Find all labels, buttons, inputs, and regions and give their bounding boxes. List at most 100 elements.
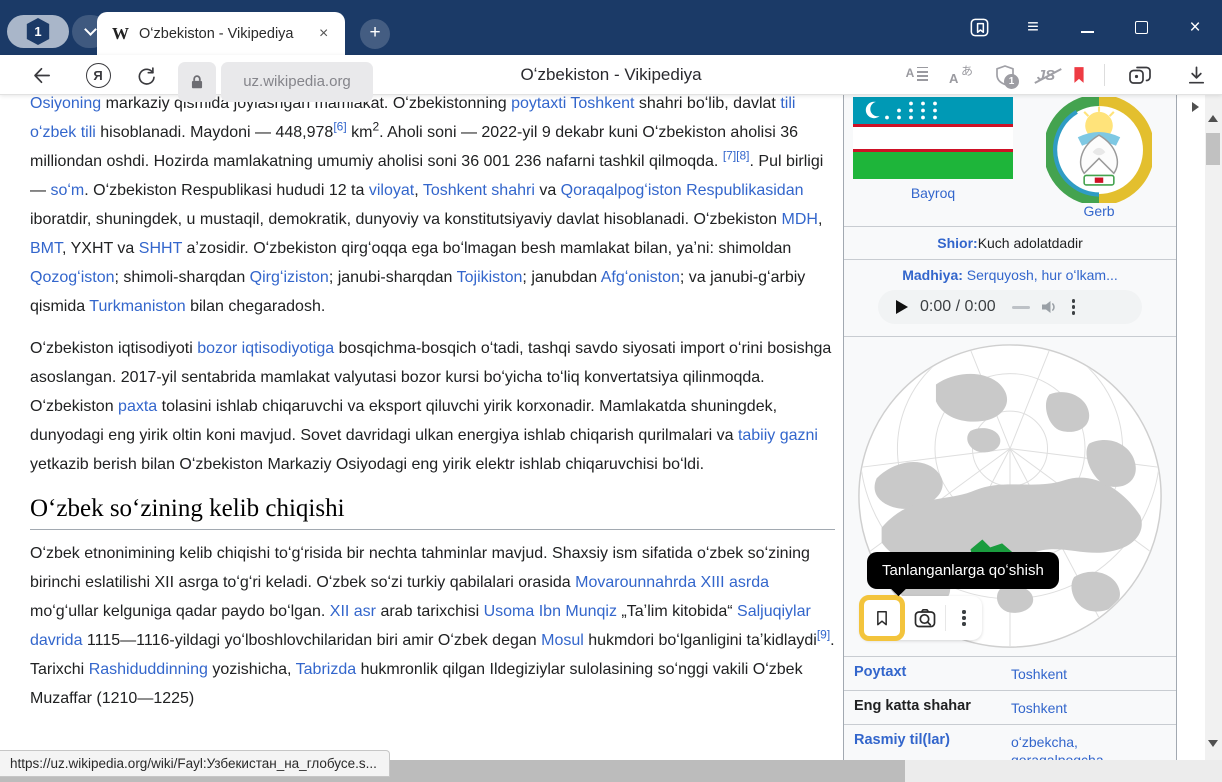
side-panel-button[interactable] (952, 0, 1006, 55)
download-icon (1185, 64, 1208, 87)
status-url-bubble: https://uz.wikipedia.org/wiki/Fayl:Узбек… (0, 750, 390, 777)
text-span: moʻgʻullar kelguniga qadar paydo boʻlgan… (30, 603, 330, 620)
titlebar: 1 W Oʻzbekiston - Vikipediya × + ≡ (0, 0, 1222, 55)
text-link[interactable]: Turkmaniston (89, 298, 185, 315)
reader-mode-button[interactable]: A (898, 55, 936, 95)
back-arrow-icon (29, 64, 52, 87)
text-link[interactable]: Tojikiston (457, 269, 523, 286)
protect-shield-button[interactable]: 1 (985, 55, 1025, 95)
uzbekistan-coat-of-arms-image[interactable] (1046, 97, 1152, 203)
capital-value-link[interactable]: Toshkent (1011, 664, 1176, 683)
text-link[interactable]: soʻm (50, 182, 84, 199)
translate-letter-hira: あ (961, 62, 973, 79)
address-bar[interactable]: uz.wikipedia.org (221, 62, 373, 102)
anthem-label-link[interactable]: Madhiya: (902, 267, 963, 283)
article-paragraph-2: Oʻzbekiston iqtisodiyoti bozor iqtisodiy… (30, 334, 835, 479)
text-span: va (535, 182, 561, 199)
coat-of-arms-link[interactable]: Gerb (1083, 203, 1114, 219)
largest-city-value-link[interactable]: Toshkent (1011, 698, 1176, 717)
browser-window: 1 W Oʻzbekiston - Vikipediya × + ≡ (0, 0, 1222, 782)
text-link[interactable]: [6] (333, 120, 346, 134)
scroll-right-arrow-icon[interactable] (1192, 102, 1199, 112)
audio-menu-icon[interactable] (1068, 295, 1079, 318)
text-link[interactable]: Qoraqalpogʻiston Respublikasidan (561, 182, 804, 199)
uzbekistan-flag-image[interactable] (853, 97, 1013, 179)
text-link[interactable]: Qozogʻiston (30, 269, 115, 286)
close-window-button[interactable]: × (1168, 0, 1222, 55)
javascript-toggle-button[interactable]: JS (1026, 55, 1066, 95)
text-link[interactable]: XII asr (330, 603, 376, 620)
yandex-home-button[interactable]: Я (80, 55, 116, 95)
add-to-favorites-button[interactable] (859, 595, 905, 641)
reload-button[interactable] (128, 55, 164, 95)
chevron-down-icon (84, 23, 97, 36)
more-options-icon (958, 606, 969, 629)
yandex-letter: Я (93, 68, 102, 83)
bookmark-page-button[interactable] (1062, 55, 1096, 95)
bookmark-red-icon (1069, 63, 1089, 87)
text-link[interactable]: BMT (30, 240, 62, 257)
side-panel-icon (968, 16, 991, 39)
text-link[interactable]: [7][8] (723, 149, 750, 163)
text-link[interactable]: Qirgʻiziston (250, 269, 329, 286)
text-span: hukmdori boʻlganligini taʼkidlaydi (584, 632, 817, 649)
text-span: ; janubdan (522, 269, 600, 286)
text-link[interactable]: Toshkent (570, 95, 634, 112)
motto-row: Shior: Kuch adolatdadir (844, 227, 1176, 260)
text-span: hisoblanadi. Maydoni — 448,978 (96, 124, 334, 141)
text-link[interactable]: viloyat (369, 182, 414, 199)
back-button[interactable] (22, 55, 58, 95)
infobox-row-largest-city: Eng katta shahar Toshkent (844, 691, 1176, 725)
flag-link[interactable]: Bayroq (911, 185, 955, 201)
text-span: ; shimoli-sharqdan (115, 269, 250, 286)
text-link[interactable]: SHHT (139, 240, 182, 257)
text-span: yozishicha, (208, 661, 296, 678)
scroll-up-arrow-icon[interactable] (1208, 115, 1218, 122)
text-link[interactable]: tabiiy gazni (738, 427, 818, 444)
browser-tab[interactable]: W Oʻzbekiston - Vikipediya × (97, 12, 345, 55)
audio-progress[interactable] (1012, 306, 1030, 309)
text-link[interactable]: Movarounnahrda XIII asrda (575, 574, 769, 591)
reader-mode-icon: A (906, 67, 929, 84)
text-span: yetkazib berish bilan Oʻzbekiston Markaz… (30, 456, 704, 473)
text-link[interactable]: paxta (118, 398, 157, 415)
text-link[interactable]: Osiyoning (30, 95, 101, 112)
image-more-button[interactable] (946, 596, 982, 640)
text-link[interactable]: Tabrizda (296, 661, 356, 678)
anthem-title-link[interactable]: Serquyosh, hur oʻlkam... (963, 267, 1118, 283)
text-link[interactable]: Toshkent shahri (423, 182, 535, 199)
text-link[interactable]: Rashiduddinning (89, 661, 208, 678)
motto-label-link[interactable]: Shior: (937, 235, 977, 251)
text-span: „Taʼlim kitobida“ (617, 603, 737, 620)
maximize-button[interactable] (1114, 0, 1168, 55)
tab-close-icon[interactable]: × (319, 25, 328, 43)
text-link[interactable]: poytaxti (511, 95, 566, 112)
vertical-scrollbar-thumb[interactable] (1206, 133, 1220, 165)
text-link[interactable]: MDH (782, 211, 818, 228)
infobox-symbols-row: Bayroq (844, 95, 1176, 227)
downloads-button[interactable] (1176, 55, 1216, 95)
visual-search-button[interactable] (905, 596, 945, 640)
capital-label-link[interactable]: Poytaxt (854, 664, 1011, 683)
extensions-button[interactable] (1118, 55, 1162, 95)
vertical-scrollbar[interactable] (1205, 95, 1222, 760)
browser-menu-button[interactable]: ≡ (1006, 0, 1060, 55)
text-link[interactable]: Afgʻoniston (601, 269, 680, 286)
play-icon[interactable] (896, 300, 908, 314)
translate-letter-a: A (949, 71, 958, 86)
audio-player: 0:00 / 0:00 (878, 290, 1142, 324)
minimize-button[interactable] (1060, 0, 1114, 55)
scroll-down-arrow-icon[interactable] (1208, 740, 1218, 747)
text-span: iboratdir, shuningdek, u mustaqil, demok… (30, 211, 782, 228)
text-link[interactable]: bozor iqtisodiyotiga (197, 340, 334, 357)
site-security-button[interactable] (178, 62, 216, 102)
text-span: arab tarixchisi (376, 603, 484, 620)
translate-button[interactable]: A あ (942, 55, 980, 95)
text-link[interactable]: Usoma Ibn Munqiz (484, 603, 617, 620)
text-link[interactable]: Mosul (541, 632, 584, 649)
new-tab-button[interactable]: + (360, 19, 390, 49)
tab-counter-button[interactable]: 1 (7, 15, 69, 48)
text-span: bilan chegaradosh. (186, 298, 326, 315)
speaker-icon[interactable] (1040, 298, 1060, 316)
text-link[interactable]: [9] (817, 628, 830, 642)
